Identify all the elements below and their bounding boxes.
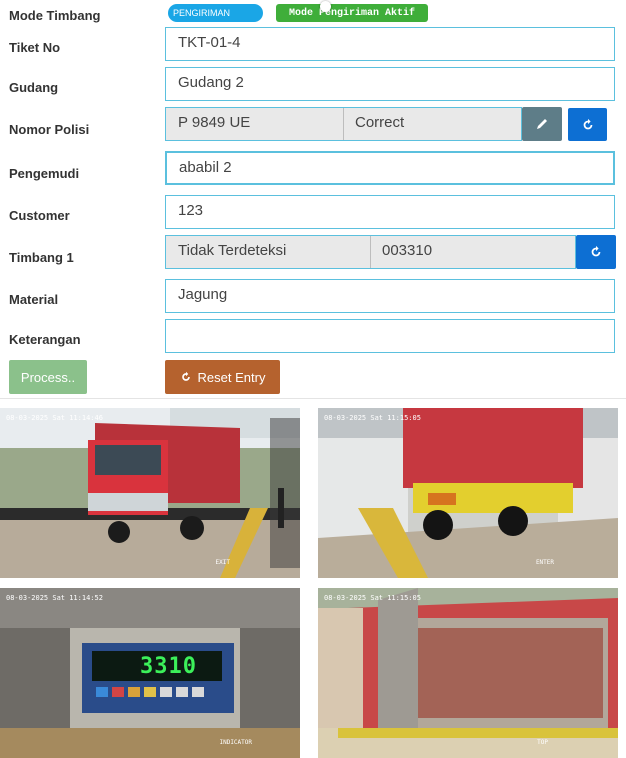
- camera-exit-view: 08-03-2025 Sat 11:14:46 EXIT: [0, 408, 300, 578]
- camera-timestamp: 08-03-2025 Sat 11:14:52: [6, 594, 103, 602]
- material-input[interactable]: Jagung: [165, 279, 615, 313]
- tiket-label: Tiket No: [9, 40, 61, 55]
- camera-timestamp: 08-03-2025 Sat 11:14:46: [6, 414, 103, 422]
- keterangan-input[interactable]: [165, 319, 615, 353]
- timbang-input[interactable]: Tidak Terdeteksi 003310: [165, 235, 576, 269]
- truck-top-image: [318, 588, 618, 758]
- pengemudi-value: ababil 2: [179, 159, 232, 176]
- camera-enter-view: 08-03-2025 Sat 11:15:05 ENTER: [318, 408, 618, 578]
- camera-indicator-view: 3310 08-03-2025 Sat 11:14:52 INDICATOR: [0, 588, 300, 758]
- truck-rear-image: [318, 408, 618, 578]
- mode-status-badge: Mode Pengiriman Aktif: [276, 4, 428, 22]
- camera-top-view: 08-03-2025 Sat 11:15:05 TOP: [318, 588, 618, 758]
- truck-front-image: [0, 408, 300, 578]
- gudang-input[interactable]: Gudang 2: [165, 67, 615, 101]
- mode-toggle[interactable]: PENGIRIMAN: [168, 4, 263, 22]
- reset-entry-button[interactable]: Reset Entry: [165, 360, 280, 394]
- weighing-form: Mode Timbang PENGIRIMAN Mode Pengiriman …: [0, 0, 626, 399]
- timbang-status: Tidak Terdeteksi: [178, 242, 287, 259]
- tiket-value: TKT-01-4: [178, 34, 241, 51]
- toggle-knob[interactable]: [320, 1, 331, 12]
- material-value: Jagung: [178, 286, 228, 303]
- customer-value: 123: [178, 202, 204, 219]
- nopol-divider: [343, 108, 344, 140]
- nopol-input[interactable]: P 9849 UE Correct: [165, 107, 522, 141]
- process-label: Process..: [20, 369, 76, 385]
- nopol-value: P 9849 UE: [178, 114, 251, 131]
- gudang-label: Gudang: [9, 80, 59, 95]
- camera-name: ENTER: [535, 559, 554, 566]
- refresh-icon: [181, 371, 190, 381]
- refresh-icon: [583, 118, 592, 129]
- timbang-divider: [370, 236, 371, 268]
- mode-status-text: Mode Pengiriman Aktif: [288, 7, 416, 19]
- material-label: Material: [9, 292, 59, 307]
- camera-name: TOP: [537, 739, 548, 746]
- camera-name: EXIT: [215, 559, 230, 566]
- camera-timestamp: 08-03-2025 Sat 11:15:05: [324, 414, 421, 422]
- customer-input[interactable]: 123: [165, 195, 615, 229]
- edit-nopol-button[interactable]: [522, 107, 562, 141]
- keterangan-label: Keterangan: [9, 332, 81, 347]
- nopol-label: Nomor Polisi: [9, 122, 90, 137]
- refresh-icon: [591, 245, 601, 257]
- tiket-input[interactable]: TKT-01-4: [165, 27, 615, 61]
- pengemudi-input[interactable]: ababil 2: [165, 151, 615, 185]
- customer-label: Customer: [9, 208, 70, 223]
- nopol-status: Correct: [355, 114, 405, 131]
- reset-label: Reset Entry: [197, 369, 266, 385]
- pengemudi-label: Pengemudi: [9, 166, 80, 181]
- timbang-value: 003310: [382, 242, 433, 259]
- process-button[interactable]: Process..: [9, 360, 87, 394]
- timbang-label: Timbang 1: [9, 250, 74, 265]
- pencil-icon: [537, 119, 547, 129]
- indicator-display: 3310: [140, 654, 197, 679]
- refresh-timbang-button[interactable]: [576, 235, 616, 269]
- mode-badge-text: PENGIRIMAN: [173, 8, 231, 18]
- gudang-value: Gudang 2: [178, 74, 244, 91]
- camera-name: INDICATOR: [219, 739, 252, 746]
- camera-timestamp: 08-03-2025 Sat 11:15:05: [324, 594, 421, 602]
- mode-timbang-label: Mode Timbang: [9, 8, 101, 23]
- refresh-nopol-button[interactable]: [568, 108, 607, 141]
